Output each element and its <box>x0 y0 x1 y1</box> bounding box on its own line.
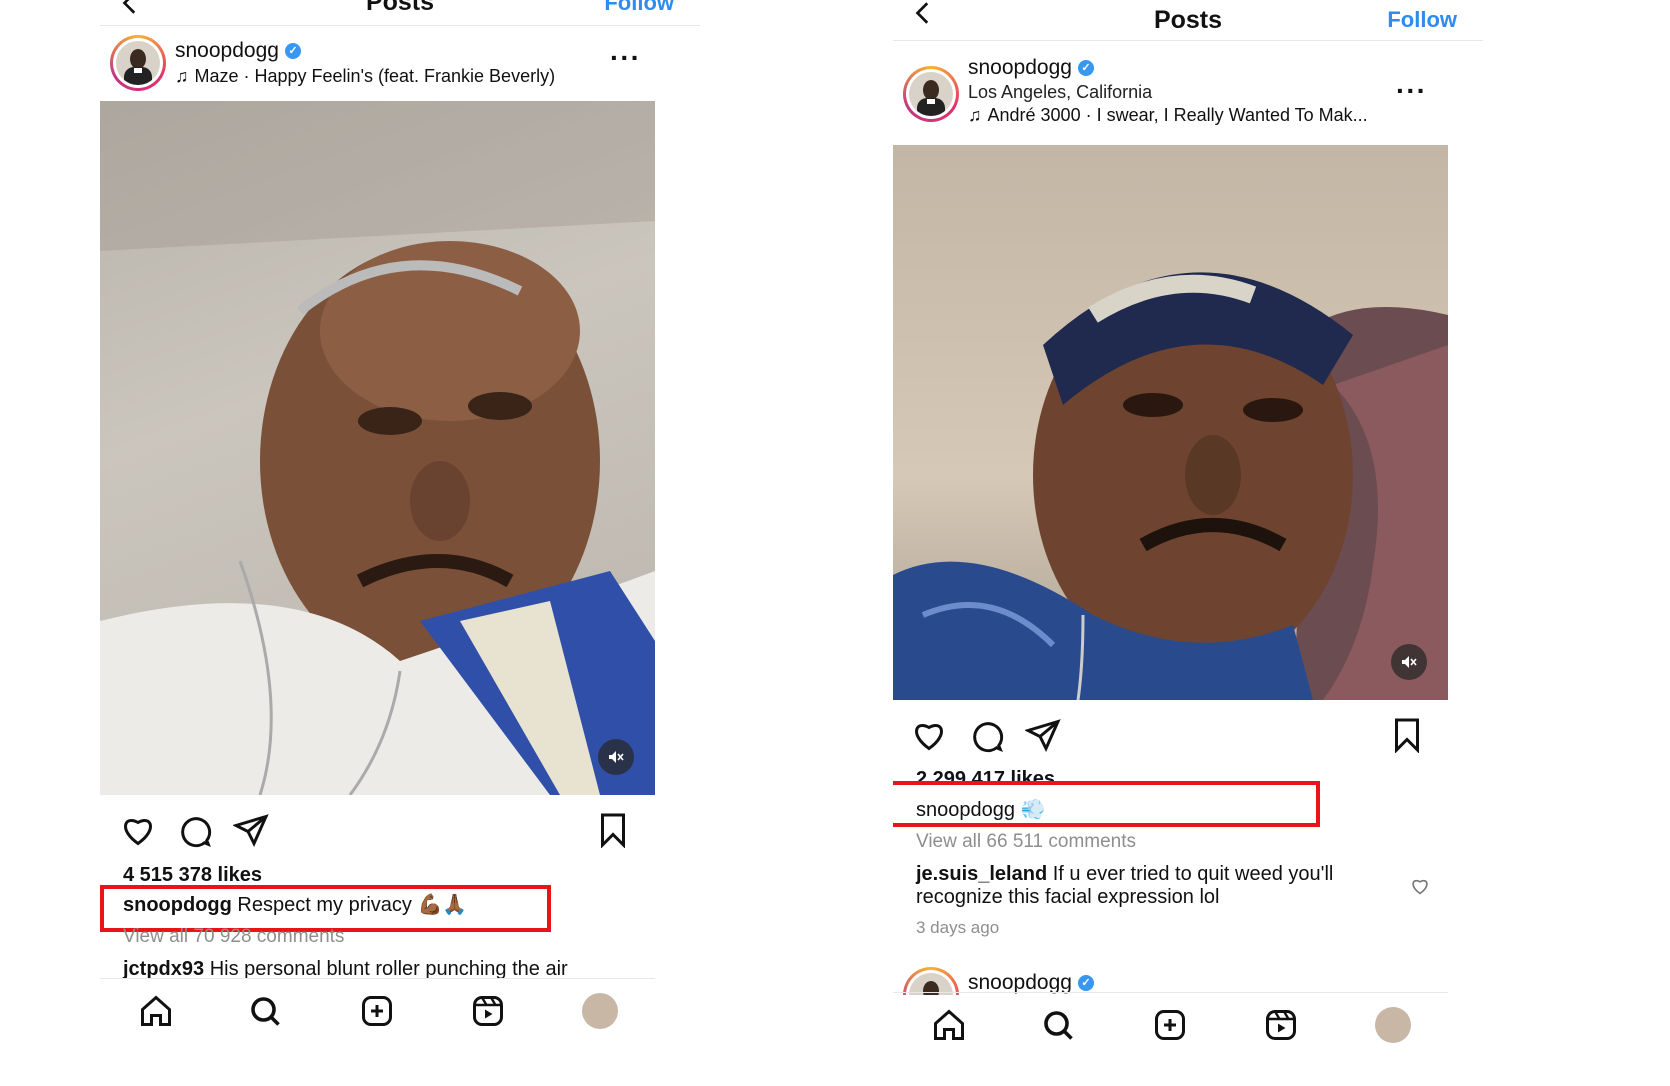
share-icon[interactable] <box>1025 717 1061 753</box>
follow-button[interactable]: Follow <box>604 0 674 16</box>
verified-icon: ✓ <box>284 43 301 59</box>
share-icon[interactable] <box>233 812 269 848</box>
photo-illustration <box>100 101 655 795</box>
reels-icon[interactable] <box>470 993 506 1029</box>
left-post-screenshot: Posts Follow snoopdogg ✓ ♫ Maze · Happy … <box>100 0 700 1086</box>
caption-highlight-box <box>100 885 551 932</box>
bookmark-icon[interactable] <box>1391 717 1423 753</box>
comment-icon[interactable] <box>968 717 1004 753</box>
music-track[interactable]: Maze · Happy Feelin's (feat. Frankie Bev… <box>195 66 556 87</box>
music-track[interactable]: André 3000 · I swear, I Really Wanted To… <box>988 105 1368 126</box>
avatar[interactable] <box>903 66 959 122</box>
top-comment: je.suis_leland If u ever tried to quit w… <box>916 863 1356 909</box>
comment-username[interactable]: je.suis_leland <box>916 863 1047 885</box>
verified-icon: ✓ <box>1077 975 1094 991</box>
heart-icon[interactable] <box>911 717 947 753</box>
username[interactable]: snoopdogg <box>968 56 1072 80</box>
post-header: snoopdogg ✓ ♫ Maze · Happy Feelin's (fea… <box>100 35 700 95</box>
post-photo[interactable] <box>100 101 655 795</box>
back-icon[interactable] <box>911 0 937 26</box>
photo-illustration <box>893 272 1448 700</box>
verified-icon: ✓ <box>1077 60 1094 76</box>
profile-icon[interactable] <box>1375 1007 1411 1043</box>
page-title: Posts <box>1153 5 1223 34</box>
avatar[interactable] <box>903 967 959 995</box>
right-post-screenshot: Posts Follow snoopdogg ✓ Los Angeles, Ca… <box>893 0 1483 1086</box>
caption-highlight-box <box>893 781 1320 827</box>
view-all-comments-link[interactable]: View all 66 511 comments <box>916 831 1136 853</box>
next-post-header: snoopdogg ✓ <box>893 965 1483 995</box>
heart-icon[interactable] <box>120 812 156 848</box>
post-photo[interactable] <box>893 145 1448 700</box>
view-all-comments-link[interactable]: View all 70 928 comments <box>123 926 344 948</box>
create-icon[interactable] <box>1152 1007 1188 1043</box>
top-bar: Posts Follow <box>893 0 1483 41</box>
bookmark-icon[interactable] <box>597 812 629 848</box>
more-icon[interactable]: ··· <box>1396 77 1427 105</box>
create-icon[interactable] <box>359 993 395 1029</box>
back-icon[interactable] <box>118 0 144 16</box>
music-note-icon: ♫ <box>175 66 189 86</box>
likes-count[interactable]: 4 515 378 likes <box>123 864 262 887</box>
post-header: snoopdogg ✓ Los Angeles, California ♫ An… <box>893 54 1483 134</box>
action-bar <box>100 812 655 852</box>
home-icon[interactable] <box>138 993 174 1029</box>
username[interactable]: snoopdogg <box>175 39 279 63</box>
location[interactable]: Los Angeles, California <box>968 82 1368 103</box>
search-icon[interactable] <box>1040 1007 1076 1043</box>
mute-icon[interactable] <box>1391 644 1427 680</box>
comment-like-icon[interactable] <box>1410 876 1430 896</box>
page-title: Posts <box>365 0 435 16</box>
comment-text: His personal blunt roller punching the a… <box>209 958 568 980</box>
avatar[interactable] <box>110 35 166 91</box>
comment-timestamp: 3 days ago <box>916 918 1000 937</box>
mute-icon[interactable] <box>598 739 634 775</box>
more-icon[interactable]: ··· <box>610 44 641 72</box>
top-bar: Posts Follow <box>100 0 700 26</box>
follow-button[interactable]: Follow <box>1387 7 1457 33</box>
profile-icon[interactable] <box>582 993 618 1029</box>
music-note-icon: ♫ <box>968 105 982 125</box>
action-bar <box>893 717 1448 757</box>
bottom-nav <box>893 992 1448 1053</box>
bottom-nav <box>100 978 655 1039</box>
home-icon[interactable] <box>931 1007 967 1043</box>
comment-username[interactable]: jctpdx93 <box>123 958 204 980</box>
comment-icon[interactable] <box>176 812 212 848</box>
search-icon[interactable] <box>247 993 283 1029</box>
reels-icon[interactable] <box>1263 1007 1299 1043</box>
